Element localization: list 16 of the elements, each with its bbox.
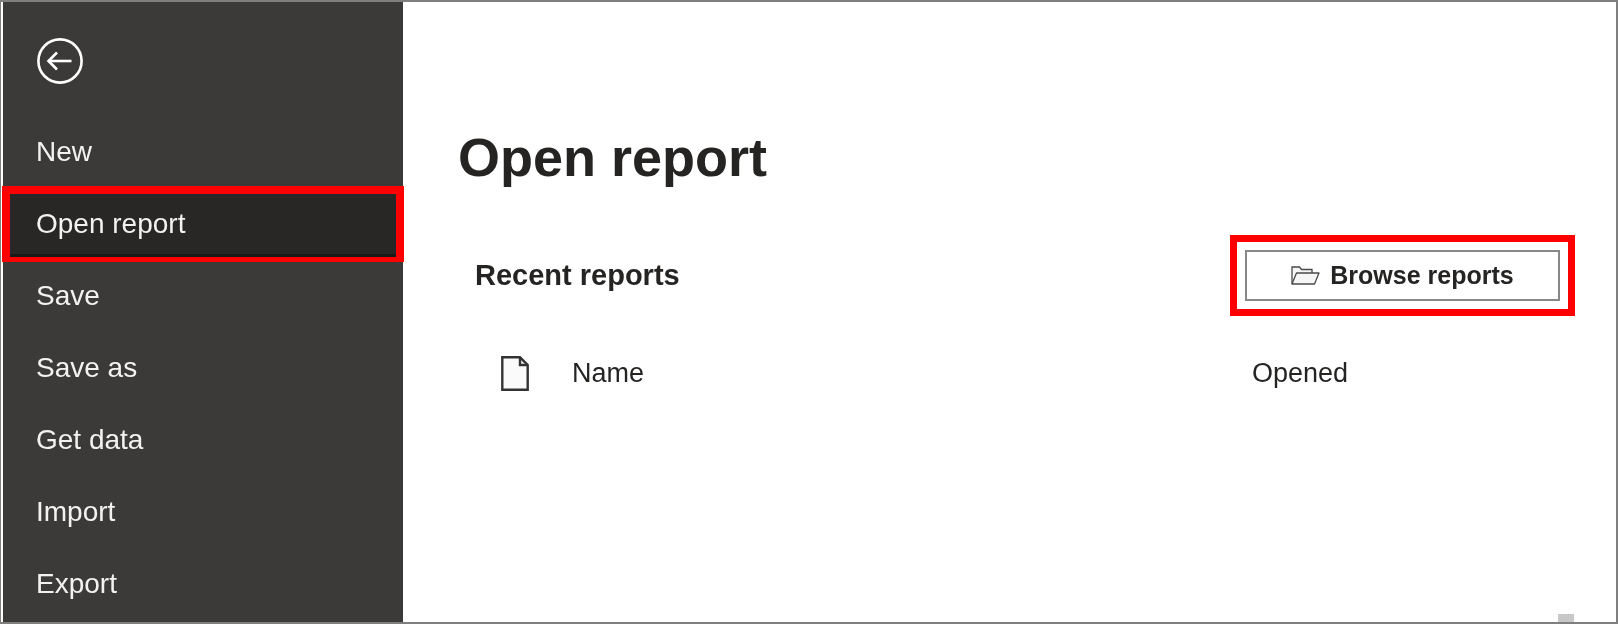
page-title: Open report	[458, 128, 769, 186]
column-header: Name	[572, 360, 646, 387]
menu-item[interactable]: Get data	[10, 410, 396, 470]
menu-item[interactable]: Export	[10, 554, 396, 614]
menu-item[interactable]: Save as	[10, 338, 396, 398]
menu-item[interactable]: Save	[10, 266, 396, 326]
folder-icon	[1291, 266, 1321, 285]
scrollbar-thumb	[1558, 614, 1574, 622]
menu-item[interactable]: Open report	[10, 194, 396, 254]
back-icon[interactable]	[37, 38, 83, 84]
file-icon	[501, 356, 529, 391]
menu-item[interactable]: Import	[10, 482, 396, 542]
section-heading: Recent reports	[475, 261, 680, 290]
column-header: Opened	[1252, 360, 1349, 387]
menu-item[interactable]: New	[10, 122, 396, 182]
browse-reports-button[interactable]: Browse reports	[1245, 250, 1560, 301]
